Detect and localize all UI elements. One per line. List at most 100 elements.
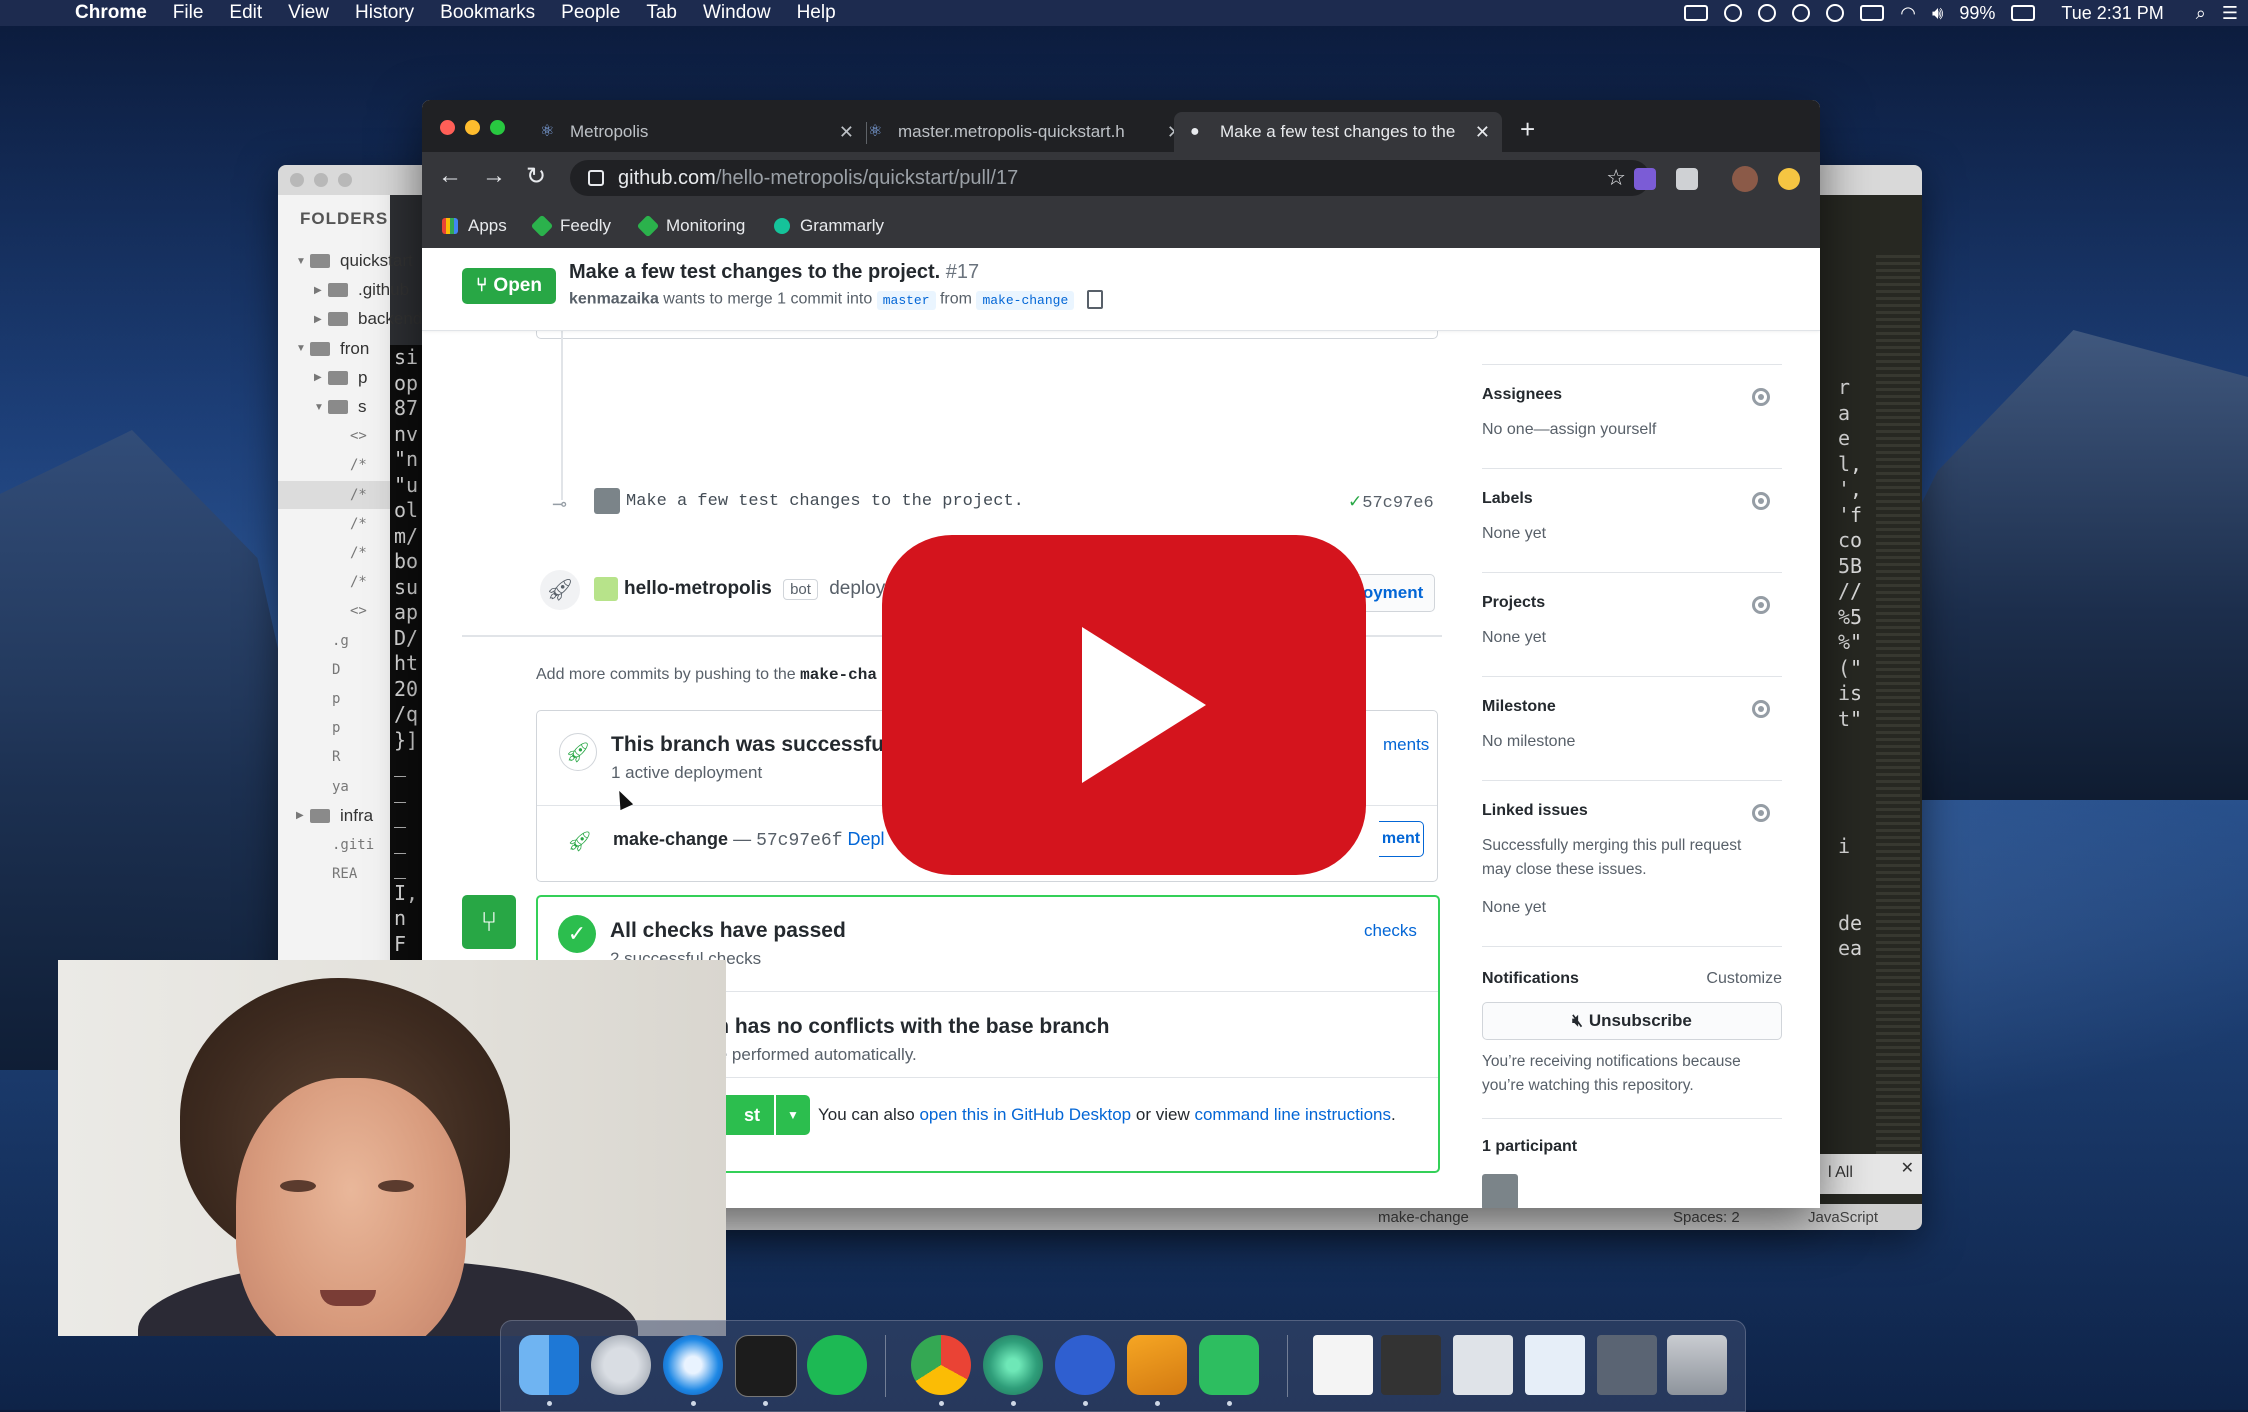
status-spaces[interactable]: Spaces: 2: [1673, 1209, 1740, 1226]
menu-file[interactable]: File: [160, 2, 217, 24]
tree-item[interactable]: .g: [332, 627, 361, 655]
status-syntax[interactable]: JavaScript: [1808, 1209, 1878, 1226]
commit-sha[interactable]: ✓57c97e6: [1348, 492, 1434, 513]
tree-item[interactable]: ▼ fron: [296, 335, 369, 363]
volume-icon[interactable]: 🔊︎: [1932, 3, 1943, 24]
tab-close-icon[interactable]: ✕: [1475, 122, 1490, 143]
reload-icon[interactable]: ↻: [526, 162, 546, 191]
spotify-icon[interactable]: [807, 1335, 867, 1395]
tree-item[interactable]: p: [332, 714, 352, 742]
minimized-window-icon[interactable]: [1453, 1335, 1513, 1395]
finder-icon[interactable]: [519, 1335, 579, 1395]
disclosure-closed-icon[interactable]: ▶: [296, 810, 310, 821]
find-all-button[interactable]: l All: [1828, 1164, 1853, 1182]
lock-icon[interactable]: [588, 170, 604, 186]
tree-item[interactable]: ▶ p: [314, 364, 367, 392]
tree-item[interactable]: ▶ infra: [296, 802, 373, 830]
disclosure-closed-icon[interactable]: ▶: [314, 372, 328, 383]
minimized-window-icon[interactable]: [1597, 1335, 1657, 1395]
wifi-icon[interactable]: ◠: [1900, 3, 1916, 24]
tab-master-metropolis[interactable]: ⚛ master.metropolis-quickstart.h ✕: [868, 112, 1194, 152]
sublime-text-icon[interactable]: [1127, 1335, 1187, 1395]
tab-metropolis[interactable]: ⚛ Metropolis ✕: [540, 112, 866, 152]
launchpad-icon[interactable]: [591, 1335, 651, 1395]
tree-item[interactable]: /*: [350, 568, 379, 596]
tree-item[interactable]: <>: [350, 597, 379, 625]
find-close-icon[interactable]: ✕: [1901, 1158, 1914, 1178]
menu-bookmarks[interactable]: Bookmarks: [427, 2, 548, 24]
minimized-window-icon[interactable]: [1381, 1335, 1441, 1395]
youtube-play-button[interactable]: [882, 535, 1366, 875]
safari-icon[interactable]: [663, 1335, 723, 1395]
tab-close-icon[interactable]: ✕: [839, 122, 854, 143]
editor-close-button[interactable]: [290, 173, 304, 187]
tree-item[interactable]: ▶ backend: [314, 305, 422, 333]
menu-history[interactable]: History: [342, 2, 427, 24]
tree-item[interactable]: ▶ .github: [314, 276, 409, 304]
new-tab-button[interactable]: +: [1520, 114, 1535, 145]
camera-icon[interactable]: [1684, 5, 1709, 21]
gear-icon[interactable]: [1752, 804, 1770, 822]
gear-icon[interactable]: [1752, 388, 1770, 406]
address-bar[interactable]: github.com/hello-metropolis/quickstart/p…: [570, 160, 1650, 196]
profile-avatar[interactable]: [1732, 166, 1758, 192]
show-all-checks-link[interactable]: checks: [1364, 921, 1417, 941]
command-line-instructions-link[interactable]: command line instructions: [1194, 1105, 1391, 1124]
disclosure-open-icon[interactable]: ▼: [296, 343, 310, 354]
forward-arrow-icon[interactable]: →: [482, 162, 506, 190]
menu-view[interactable]: View: [275, 2, 342, 24]
airplay-icon[interactable]: [1860, 5, 1885, 21]
tree-item[interactable]: /*: [350, 451, 379, 479]
disclosure-closed-icon[interactable]: ▶: [314, 285, 328, 296]
code-minimap[interactable]: [1876, 255, 1920, 1155]
back-arrow-icon[interactable]: ←: [438, 162, 462, 190]
menu-edit[interactable]: Edit: [216, 2, 275, 24]
menu-window[interactable]: Window: [690, 2, 784, 24]
tree-item[interactable]: ▼ quickstart: [296, 247, 413, 275]
editor-zoom-button[interactable]: [338, 173, 352, 187]
dropbox-icon[interactable]: [1792, 4, 1811, 22]
tree-item[interactable]: <>: [350, 422, 379, 450]
battery-icon[interactable]: [2011, 5, 2036, 21]
unsubscribe-button[interactable]: 🔇︎ Unsubscribe: [1482, 1002, 1782, 1040]
do-not-disturb-icon[interactable]: [1826, 4, 1845, 22]
docker-icon[interactable]: [1724, 4, 1743, 22]
copy-clipboard-icon[interactable]: [1086, 290, 1103, 309]
disclosure-open-icon[interactable]: ▼: [296, 256, 310, 267]
tree-item[interactable]: /*: [350, 539, 379, 567]
tree-item[interactable]: ya: [332, 773, 361, 801]
bookmark-apps[interactable]: Apps: [442, 216, 507, 236]
window-minimize-button[interactable]: [465, 120, 480, 135]
gear-icon[interactable]: [1752, 596, 1770, 614]
tab-pull-request[interactable]: ● Make a few test changes to the ✕: [1174, 112, 1502, 152]
deployed-link[interactable]: Depl: [848, 829, 885, 849]
disclosure-closed-icon[interactable]: ▶: [314, 314, 328, 325]
tree-item[interactable]: R: [332, 743, 352, 771]
open-in-desktop-link[interactable]: open this in GitHub Desktop: [919, 1105, 1131, 1124]
bookmark-feedly[interactable]: Feedly: [530, 214, 611, 238]
extension-grey-icon[interactable]: [1676, 168, 1698, 190]
battery-percent[interactable]: 99%: [1959, 3, 1995, 24]
minimized-window-icon[interactable]: [1525, 1335, 1585, 1395]
disclosure-open-icon[interactable]: ▼: [314, 402, 328, 413]
screen-recorder-icon[interactable]: [1055, 1335, 1115, 1395]
menu-people[interactable]: People: [548, 2, 633, 24]
terminal-icon[interactable]: [735, 1335, 797, 1397]
tree-item[interactable]: D: [332, 656, 352, 684]
menu-tab[interactable]: Tab: [633, 2, 690, 24]
status-branch[interactable]: make-change: [1378, 1209, 1469, 1226]
tree-item[interactable]: REA: [332, 860, 369, 888]
show-environments-link[interactable]: ments: [1383, 735, 1429, 755]
tree-item[interactable]: ▼ s: [314, 393, 367, 421]
customize-notifications-link[interactable]: Customize: [1706, 970, 1782, 988]
bot-actor-link[interactable]: hello-metropolis: [624, 578, 772, 599]
view-deployment-button[interactable]: ment: [1379, 821, 1424, 857]
tree-item[interactable]: .giti: [332, 831, 386, 859]
atom-icon[interactable]: [983, 1335, 1043, 1395]
document-file-icon[interactable]: [1313, 1335, 1373, 1395]
window-zoom-button[interactable]: [490, 120, 505, 135]
evernote-icon[interactable]: [1758, 4, 1777, 22]
commit-author-avatar[interactable]: [594, 488, 620, 514]
spotlight-search-icon[interactable]: ⌕: [2196, 3, 2206, 24]
menu-clock[interactable]: Tue 2:31 PM: [2061, 3, 2163, 24]
